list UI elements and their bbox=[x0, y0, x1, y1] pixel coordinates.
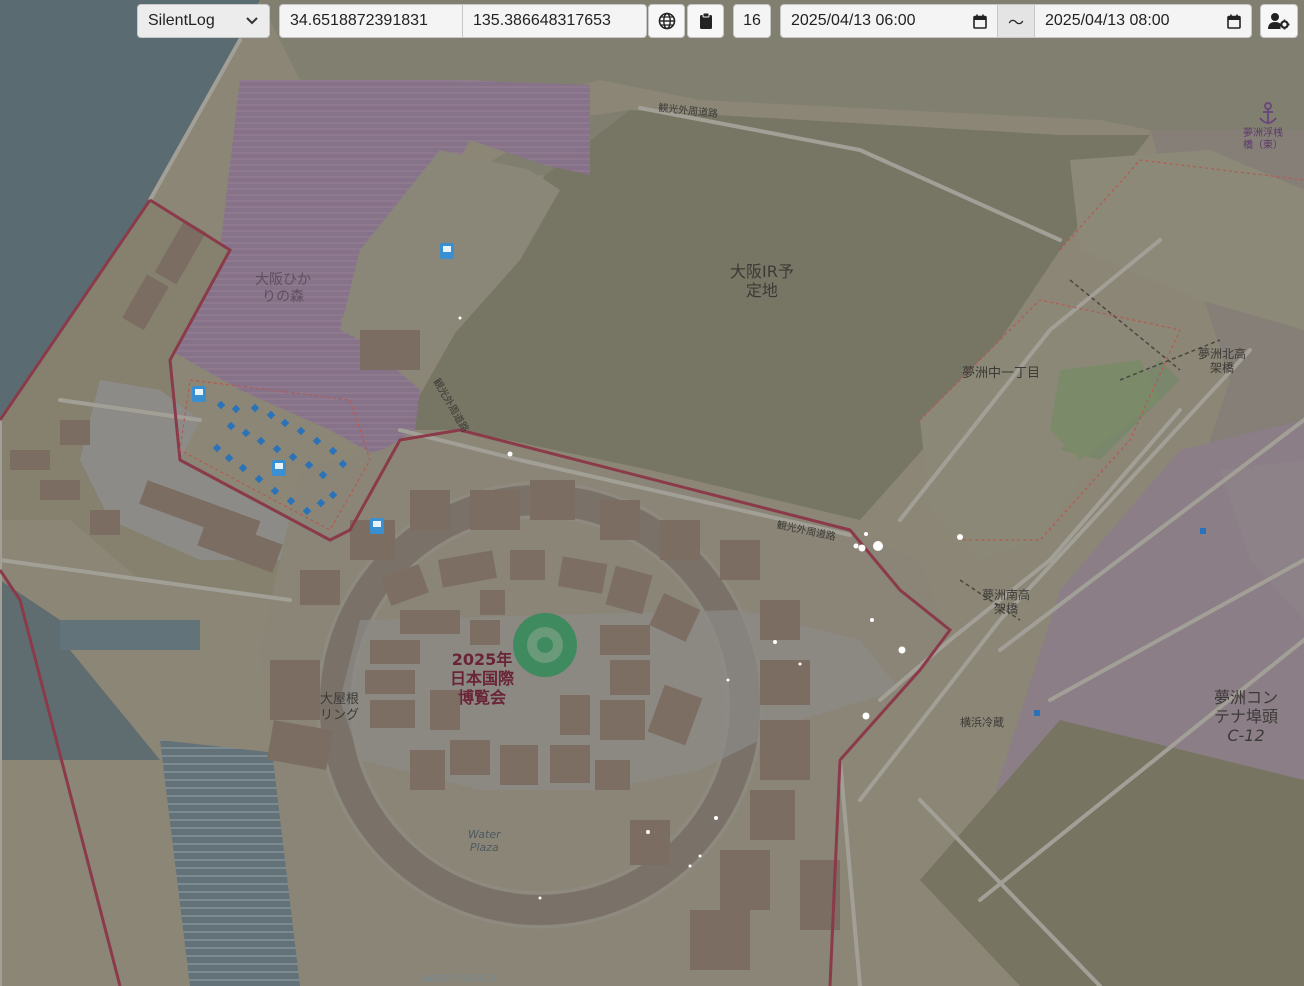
calendar-icon[interactable] bbox=[973, 14, 987, 29]
ir-site-label: 大阪IR予 定地 bbox=[730, 262, 794, 301]
longitude-value: 135.386648317653 bbox=[473, 12, 611, 29]
clipboard-icon bbox=[699, 12, 713, 30]
map-tiles bbox=[0, 0, 1304, 986]
minami-bridge-label: 夢洲南高 架橋 bbox=[982, 588, 1031, 617]
mode-select-value: SilentLog bbox=[148, 12, 215, 29]
globe-icon bbox=[658, 12, 676, 30]
container-terminal-label: 夢洲コン テナ埠頭 C-12 bbox=[1214, 688, 1279, 746]
water-world-label: WATER WORLD bbox=[420, 974, 496, 985]
yokohama-reito-label: 横浜冷蔵 bbox=[960, 716, 1004, 729]
latitude-input[interactable]: 34.6518872391831 bbox=[279, 4, 463, 38]
map-canvas[interactable]: 大阪IR予 定地 大阪ひか りの森 2025年 日本国際 博覧会 大屋根 リング… bbox=[0, 0, 1304, 986]
clipboard-button[interactable] bbox=[687, 4, 724, 38]
range-separator: 〜 bbox=[997, 4, 1035, 38]
chevron-down-icon bbox=[245, 16, 259, 26]
water-plaza-label: Water Plaza bbox=[468, 828, 501, 855]
zoom-input[interactable]: 16 bbox=[733, 4, 771, 38]
kita-bridge-label: 夢洲北高 架橋 bbox=[1198, 347, 1247, 376]
end-datetime-value: 2025/04/13 08:00 bbox=[1045, 12, 1170, 29]
hikari-forest-label: 大阪ひか りの森 bbox=[255, 272, 311, 305]
start-datetime-value: 2025/04/13 06:00 bbox=[791, 12, 916, 29]
user-settings-button[interactable] bbox=[1260, 4, 1298, 38]
globe-button[interactable] bbox=[648, 4, 685, 38]
user-gear-icon bbox=[1268, 12, 1290, 30]
expo-label: 2025年 日本国際 博覧会 bbox=[450, 650, 515, 708]
longitude-input[interactable]: 135.386648317653 bbox=[462, 4, 647, 38]
start-datetime-input[interactable]: 2025/04/13 06:00 bbox=[780, 4, 998, 38]
mode-select[interactable]: SilentLog bbox=[137, 4, 270, 38]
end-datetime-input[interactable]: 2025/04/13 08:00 bbox=[1034, 4, 1252, 38]
yumeshima-label: 夢洲中一丁目 bbox=[962, 366, 1041, 381]
calendar-icon[interactable] bbox=[1227, 14, 1241, 29]
ring-label: 大屋根 リング bbox=[320, 692, 360, 723]
zoom-value: 16 bbox=[743, 12, 761, 29]
latitude-value: 34.6518872391831 bbox=[290, 12, 428, 29]
pier-label: 夢洲浮桟 橋（東） bbox=[1243, 128, 1283, 151]
